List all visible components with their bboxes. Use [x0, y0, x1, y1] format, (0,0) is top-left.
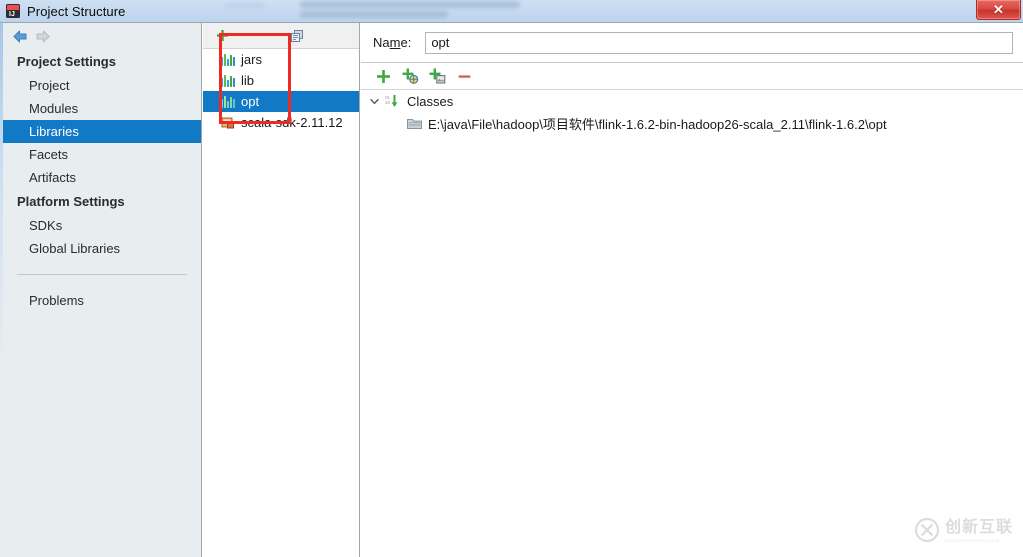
- sidebar-item-global-libraries[interactable]: Global Libraries: [0, 237, 201, 260]
- close-icon: ✕: [993, 2, 1004, 17]
- sidebar-item-sdks[interactable]: SDKs: [0, 214, 201, 237]
- svg-text:10: 10: [385, 100, 391, 105]
- library-icon: [221, 53, 235, 66]
- window-titlebar: IJ Project Structure ✕: [0, 0, 1023, 22]
- add-button[interactable]: [370, 65, 397, 88]
- library-tree-row-label: lib: [241, 73, 255, 88]
- chevron-down-icon[interactable]: [367, 94, 381, 108]
- sidebar-item-label: Modules: [29, 101, 79, 116]
- sidebar-group-platform-settings: Platform Settings: [17, 194, 125, 209]
- library-tree-toolbar: [203, 23, 359, 49]
- library-tree-row-scala-sdk[interactable]: scala-sdk-2.11.12: [203, 112, 359, 133]
- sidebar-item-label: SDKs: [29, 218, 63, 233]
- sidebar-item-label: Facets: [29, 147, 69, 162]
- sidebar-item-label: Artifacts: [29, 170, 76, 185]
- library-tree-row-label: jars: [241, 52, 262, 67]
- folder-icon: [407, 117, 422, 129]
- library-name-bar: Name:: [361, 23, 1023, 63]
- sidebar-navigation: [0, 23, 201, 49]
- scala-sdk-icon: [221, 116, 235, 129]
- name-label-mnemonic: m: [389, 35, 401, 50]
- arrow-right-icon[interactable]: [31, 26, 53, 46]
- sidebar-item-label: Project: [29, 78, 70, 93]
- library-icon: [221, 74, 235, 87]
- settings-sidebar: Project Settings Project Modules Librari…: [0, 23, 202, 557]
- sidebar-item-facets[interactable]: Facets: [0, 143, 201, 166]
- arrow-left-icon[interactable]: [9, 26, 31, 46]
- library-name-input[interactable]: [425, 31, 1013, 54]
- sidebar-item-label: Problems: [29, 293, 84, 308]
- sidebar-divider: [17, 274, 187, 275]
- library-tree-row-label: opt: [241, 94, 260, 109]
- library-tree-row-lib[interactable]: lib: [203, 70, 359, 91]
- close-window-button[interactable]: ✕: [976, 0, 1021, 20]
- library-icon: [221, 95, 235, 108]
- sidebar-group-project-settings: Project Settings: [17, 54, 116, 69]
- project-structure-dialog: Project Settings Project Modules Librari…: [0, 22, 1023, 557]
- library-roots-toolbar: [361, 63, 1023, 90]
- sidebar-edge-accent: [0, 23, 3, 557]
- library-tree-row-jars[interactable]: jars: [203, 49, 359, 70]
- add-sources-button[interactable]: [424, 65, 451, 88]
- intellij-idea-icon: IJ: [5, 3, 21, 19]
- classes-path-row[interactable]: E:\java\File\hadoop\项目软件\flink-1.6.2-bin…: [361, 112, 1023, 134]
- classes-root-row[interactable]: 01 10 Classes: [361, 90, 1023, 112]
- classes-root-label: Classes: [407, 93, 454, 109]
- svg-text:IJ: IJ: [9, 11, 15, 18]
- library-tree-panel: jars lib opt scala-sdk-2.11.12: [203, 23, 360, 557]
- sidebar-item-label: Global Libraries: [29, 241, 121, 256]
- sidebar-item-modules[interactable]: Modules: [0, 97, 201, 120]
- sidebar-item-label: Libraries: [29, 124, 79, 139]
- remove-button[interactable]: [451, 65, 478, 88]
- sidebar-item-artifacts[interactable]: Artifacts: [0, 166, 201, 189]
- add-library-button[interactable]: [210, 25, 234, 47]
- name-label-pre: Na: [373, 35, 390, 50]
- copy-library-button[interactable]: [285, 25, 309, 47]
- name-label-post: e:: [400, 35, 412, 50]
- add-classes-button[interactable]: [397, 65, 424, 88]
- classes-icon: 01 10: [385, 94, 401, 109]
- library-tree-row-label: scala-sdk-2.11.12: [241, 115, 343, 130]
- sidebar-item-project[interactable]: Project: [0, 74, 201, 97]
- window-title: Project Structure: [27, 3, 126, 19]
- name-field-label: Name:: [373, 35, 411, 50]
- sidebar-item-problems[interactable]: Problems: [0, 289, 201, 312]
- library-tree-row-opt[interactable]: opt: [203, 91, 359, 112]
- sidebar-item-libraries[interactable]: Libraries: [0, 120, 201, 143]
- classes-path-label: E:\java\File\hadoop\项目软件\flink-1.6.2-bin…: [428, 116, 887, 132]
- library-detail-panel: Name: opt 01 10 Classes E:\java\File\had…: [361, 23, 1023, 557]
